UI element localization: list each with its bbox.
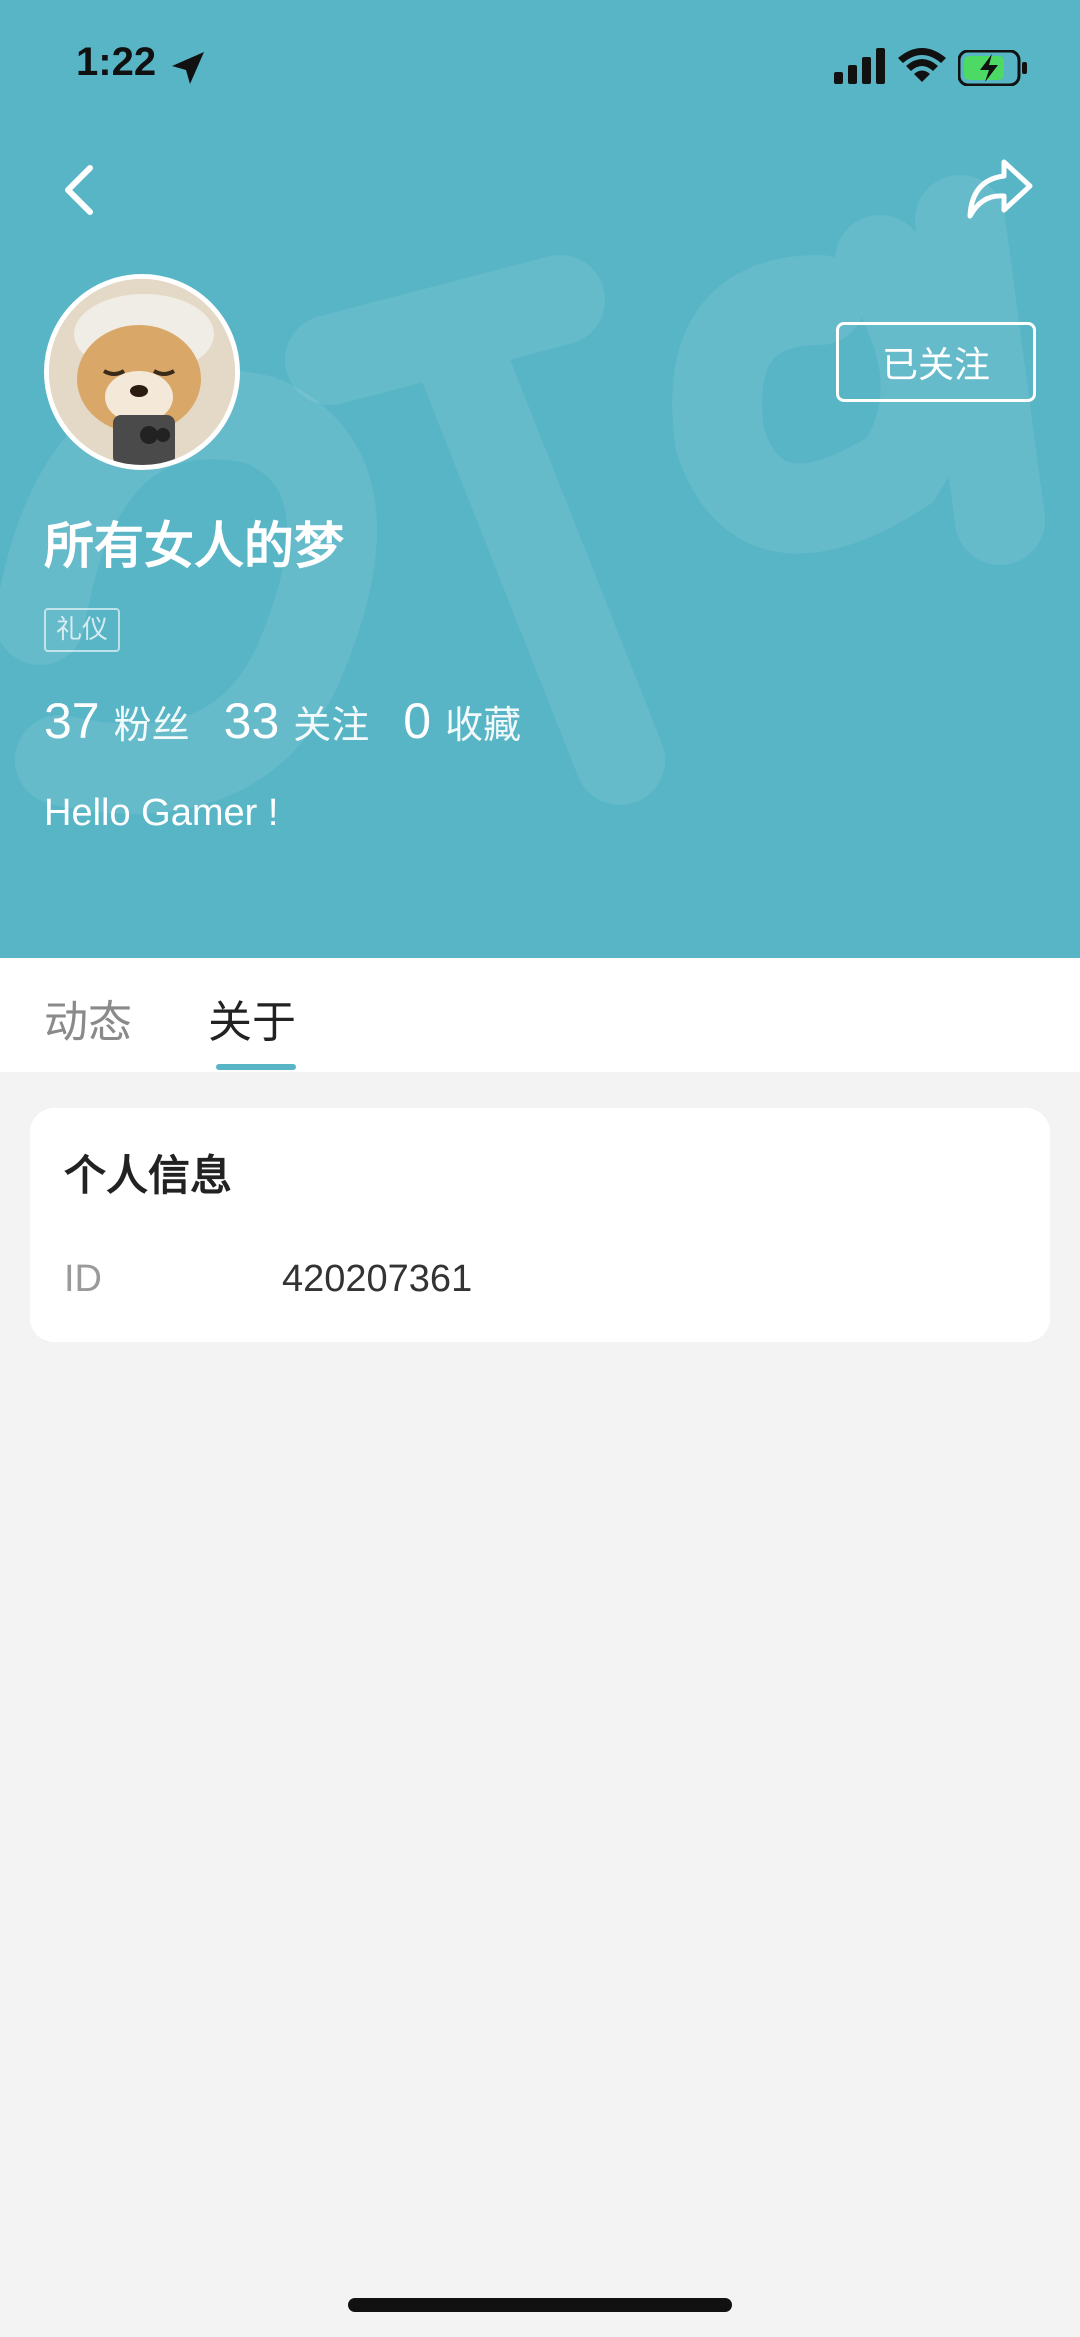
favorites-count[interactable]: 0 (403, 692, 431, 750)
wifi-icon (898, 48, 946, 82)
status-time: 1:22 (76, 40, 157, 84)
profile-header: 1:22 已关注 所有女人的梦 礼仪 37 粉丝 33 关注 0 收藏 Hell… (0, 0, 1080, 958)
id-label: ID (64, 1258, 102, 1300)
active-tab-indicator (216, 1064, 296, 1070)
info-card-title: 个人信息 (64, 1151, 233, 1200)
favorites-label[interactable]: 收藏 (445, 694, 521, 749)
personal-info-card: 个人信息 ID 420207361 (30, 1108, 1050, 1342)
username: 所有女人的梦 (44, 517, 344, 575)
avatar-dog-image (49, 279, 235, 465)
bio-text: Hello Gamer ! (44, 792, 279, 834)
fans-count[interactable]: 37 (44, 692, 100, 750)
profile-tabs: 动态 关于 (0, 958, 1080, 1072)
profile-stats: 37 粉丝 33 关注 0 收藏 (44, 692, 555, 750)
avatar[interactable] (44, 274, 240, 470)
cellular-signal-icon (834, 48, 885, 84)
tab-about[interactable]: 关于 (208, 986, 296, 1050)
following-count[interactable]: 33 (224, 692, 280, 750)
following-label[interactable]: 关注 (293, 694, 369, 749)
user-tag: 礼仪 (44, 608, 121, 652)
fans-label[interactable]: 粉丝 (114, 694, 190, 749)
battery-charging-icon (958, 50, 1027, 86)
home-indicator[interactable] (348, 2298, 732, 2312)
tab-dynamics[interactable]: 动态 (44, 986, 132, 1050)
share-button[interactable] (964, 156, 1034, 222)
back-button[interactable] (52, 160, 112, 220)
follow-button[interactable]: 已关注 (836, 322, 1036, 402)
status-bar: 1:22 (0, 0, 1080, 140)
location-arrow-icon (172, 52, 204, 84)
id-value[interactable]: 420207361 (282, 1258, 472, 1301)
